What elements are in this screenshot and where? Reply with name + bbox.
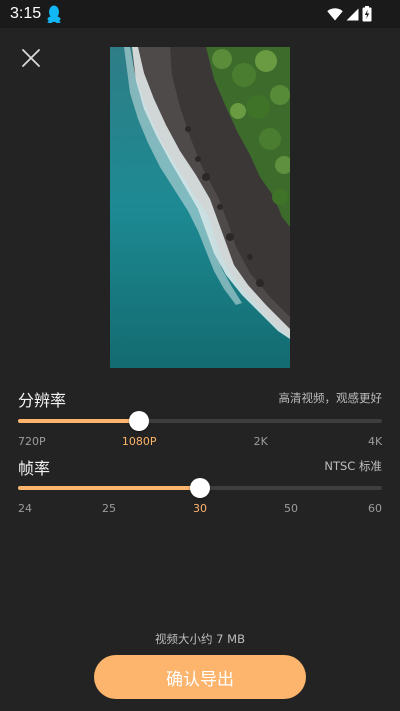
resolution-slider-fill (18, 419, 140, 423)
resolution-options: 720P 1080P 2K 4K (18, 435, 382, 451)
status-time: 3:15 (10, 5, 42, 22)
qq-icon (47, 5, 61, 23)
close-icon[interactable] (19, 46, 43, 70)
file-size-estimate: 视频大小约 7 MB (155, 632, 245, 646)
confirm-export-button[interactable]: 确认导出 (94, 655, 306, 699)
frame-rate-title: 帧率 (18, 459, 51, 478)
frame-rate-option-25[interactable]: 25 (102, 502, 116, 515)
resolution-description: 高清视频，观感更好 (278, 391, 383, 405)
signal-icon (346, 8, 359, 20)
resolution-option-2k[interactable]: 2K (254, 435, 268, 448)
frame-rate-description: NTSC 标准 (324, 459, 382, 473)
frame-rate-option-50[interactable]: 50 (284, 502, 298, 515)
resolution-slider-thumb[interactable] (129, 411, 150, 431)
wifi-icon (327, 7, 343, 20)
frame-rate-options: 24 25 30 50 60 (18, 502, 382, 518)
frame-rate-slider[interactable] (18, 478, 382, 498)
frame-rate-option-30[interactable]: 30 (193, 502, 207, 515)
frame-rate-slider-fill (18, 486, 200, 490)
resolution-option-4k[interactable]: 4K (368, 435, 382, 448)
battery-icon (362, 6, 372, 22)
frame-rate-option-60[interactable]: 60 (368, 502, 382, 515)
resolution-title: 分辨率 (18, 391, 67, 410)
video-preview (110, 47, 290, 368)
video-frame-image (110, 47, 290, 368)
status-bar: 3:15 (0, 0, 400, 28)
frame-rate-slider-thumb[interactable] (190, 478, 210, 498)
resolution-option-720p[interactable]: 720P (18, 435, 46, 448)
export-settings-screen: 3:15 分辨率 高清视频，观感更好 720P 1080P 2K 4K 帧率 N… (0, 0, 400, 711)
resolution-option-1080p[interactable]: 1080P (122, 435, 157, 448)
frame-rate-option-24[interactable]: 24 (18, 502, 32, 515)
resolution-slider[interactable] (18, 411, 382, 431)
